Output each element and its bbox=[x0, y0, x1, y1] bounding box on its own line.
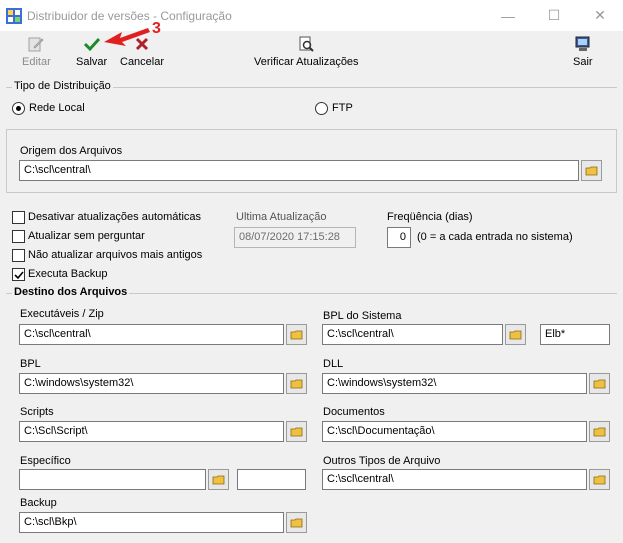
scripts-path-field[interactable]: C:\Scl\Script\ bbox=[19, 421, 284, 442]
origin-path-field[interactable]: C:\scl\central\ bbox=[19, 160, 579, 181]
dll-label: DLL bbox=[323, 358, 344, 370]
folder-icon bbox=[593, 427, 605, 436]
origin-browse-button[interactable] bbox=[581, 160, 602, 181]
save-label: Salvar bbox=[76, 56, 108, 68]
annotation-number: 3 bbox=[152, 20, 161, 37]
frequency-label: Freqüência (dias) bbox=[387, 211, 473, 223]
scripts-browse-button[interactable] bbox=[286, 421, 307, 442]
documents-label: Documentos bbox=[323, 406, 385, 418]
destination-group-label: Destino dos Arquivos bbox=[12, 286, 130, 298]
checkbox-empty-icon bbox=[12, 249, 25, 262]
update-silent-label: Atualizar sem perguntar bbox=[28, 230, 145, 242]
frequency-field[interactable]: 0 bbox=[387, 227, 411, 248]
edit-icon bbox=[28, 37, 44, 52]
specific-extension-field[interactable] bbox=[237, 469, 306, 490]
update-silent-checkbox[interactable]: Atualizar sem perguntar bbox=[12, 230, 212, 244]
specific-browse-button[interactable] bbox=[208, 469, 229, 490]
bpl-path-field[interactable]: C:\windows\system32\ bbox=[19, 373, 284, 394]
backup-checkbox[interactable]: Executa Backup bbox=[12, 268, 212, 282]
minimize-icon: — bbox=[501, 7, 515, 24]
disable-auto-label: Desativar atualizações automáticas bbox=[28, 211, 202, 223]
ftp-radio[interactable]: FTP bbox=[315, 102, 375, 116]
folder-icon bbox=[290, 518, 302, 527]
check-updates-label: Verificar Atualizações bbox=[254, 56, 359, 68]
folder-icon bbox=[585, 166, 597, 175]
exit-icon bbox=[575, 36, 590, 51]
magnifier-document-icon bbox=[299, 36, 314, 52]
specific-path-field[interactable] bbox=[19, 469, 206, 490]
scripts-label: Scripts bbox=[20, 406, 54, 418]
checkbox-empty-icon bbox=[12, 230, 25, 243]
minimize-button[interactable]: — bbox=[485, 0, 531, 31]
backup-browse-button[interactable] bbox=[286, 512, 307, 533]
maximize-icon: ☐ bbox=[547, 7, 561, 23]
backup-label: Executa Backup bbox=[28, 268, 108, 280]
title-bar: Distribuidor de versões - Configuração —… bbox=[0, 0, 623, 31]
documents-path-field[interactable]: C:\scl\Documentação\ bbox=[322, 421, 587, 442]
folder-icon bbox=[290, 379, 302, 388]
backup-path-field[interactable]: C:\scl\Bkp\ bbox=[19, 512, 284, 533]
checkmark-icon bbox=[83, 37, 100, 52]
bpl-label: BPL bbox=[20, 358, 41, 370]
cancel-label: Cancelar bbox=[120, 56, 165, 68]
documents-browse-button[interactable] bbox=[589, 421, 610, 442]
radio-selected-icon bbox=[12, 102, 25, 115]
specific-label: Específico bbox=[20, 455, 71, 467]
other-types-label: Outros Tipos de Arquivo bbox=[323, 455, 441, 467]
checkbox-checked-icon bbox=[12, 268, 25, 281]
app-icon bbox=[6, 8, 22, 24]
bpl-system-path-field[interactable]: C:\scl\central\ bbox=[322, 324, 503, 345]
no-old-files-label: Não atualizar arquivos mais antigos bbox=[28, 249, 203, 261]
radio-empty-icon bbox=[315, 102, 328, 115]
dll-browse-button[interactable] bbox=[589, 373, 610, 394]
no-old-files-checkbox[interactable]: Não atualizar arquivos mais antigos bbox=[12, 249, 212, 263]
close-button[interactable]: ✕ bbox=[577, 0, 623, 31]
folder-icon bbox=[290, 330, 302, 339]
other-types-browse-button[interactable] bbox=[589, 469, 610, 490]
folder-icon bbox=[290, 427, 302, 436]
ftp-label: FTP bbox=[332, 102, 353, 114]
backup-dest-label: Backup bbox=[20, 497, 57, 509]
edit-button[interactable]: Editar bbox=[22, 35, 51, 68]
folder-icon bbox=[593, 379, 605, 388]
edit-label: Editar bbox=[22, 56, 51, 68]
distribution-group-label: Tipo de Distribuição bbox=[12, 80, 113, 92]
other-types-path-field[interactable]: C:\scl\central\ bbox=[322, 469, 587, 490]
frequency-hint: (0 = a cada entrada no sistema) bbox=[417, 231, 573, 243]
maximize-button[interactable]: ☐ bbox=[531, 0, 577, 31]
last-update-label: Ultima Atualização bbox=[236, 211, 327, 223]
folder-icon bbox=[212, 475, 224, 484]
bpl-system-browse-button[interactable] bbox=[505, 324, 526, 345]
executables-label: Executáveis / Zip bbox=[20, 308, 104, 320]
exit-label: Sair bbox=[573, 56, 593, 68]
last-update-field: 08/07/2020 17:15:28 bbox=[234, 227, 356, 248]
close-icon: ✕ bbox=[594, 7, 606, 23]
executables-browse-button[interactable] bbox=[286, 324, 307, 345]
checkbox-empty-icon bbox=[12, 211, 25, 224]
disable-auto-checkbox[interactable]: Desativar atualizações automáticas bbox=[12, 211, 212, 225]
folder-icon bbox=[509, 330, 521, 339]
exit-button[interactable]: Sair bbox=[573, 35, 593, 68]
local-network-label: Rede Local bbox=[29, 102, 85, 114]
executables-path-field[interactable]: C:\scl\central\ bbox=[19, 324, 284, 345]
bpl-system-mask-field[interactable]: Elb* bbox=[540, 324, 610, 345]
bpl-system-label: BPL do Sistema bbox=[323, 310, 402, 322]
dll-path-field[interactable]: C:\windows\system32\ bbox=[322, 373, 587, 394]
check-updates-button[interactable]: Verificar Atualizações bbox=[254, 35, 359, 68]
origin-label: Origem dos Arquivos bbox=[20, 145, 123, 157]
local-network-radio[interactable]: Rede Local bbox=[12, 102, 122, 116]
folder-icon bbox=[593, 475, 605, 484]
bpl-browse-button[interactable] bbox=[286, 373, 307, 394]
